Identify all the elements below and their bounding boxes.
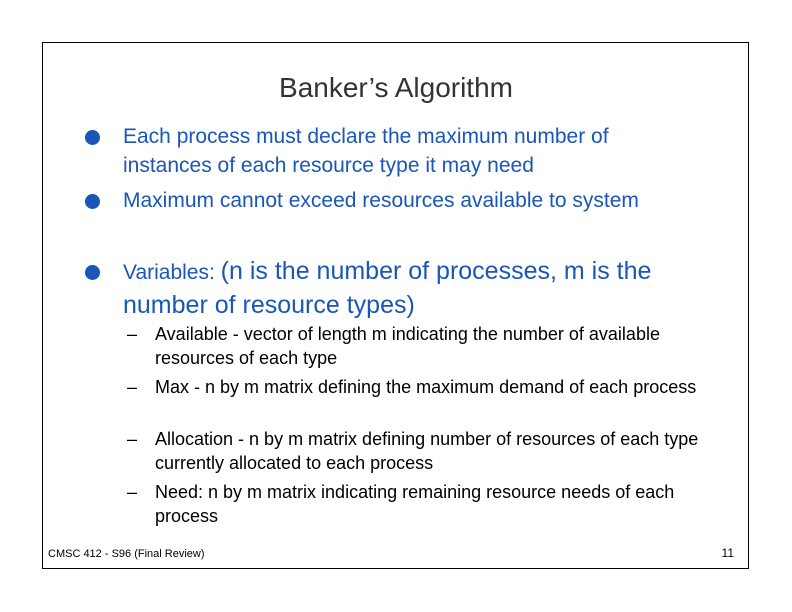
sub-item-text: Available - vector of length m indicatin… [155, 324, 660, 368]
bullet-item-1: Each process must declare the maximum nu… [85, 122, 703, 180]
bullet-dot-icon [85, 194, 100, 209]
page-number: 11 [721, 546, 734, 560]
sub-item-text: Need: n by m matrix indicating remaining… [155, 482, 675, 526]
slide-footer: CMSC 412 - S96 (Final Review) [48, 548, 205, 560]
sub-item-available: – Available - vector of length m indicat… [127, 322, 715, 370]
dash-icon: – [127, 482, 138, 502]
dash-icon: – [127, 377, 138, 397]
bullet-item-2: Maximum cannot exceed resources availabl… [85, 186, 703, 215]
bullet-prefix: Variables: [123, 261, 215, 284]
bullet-dot-icon [85, 130, 100, 145]
sub-item-max: – Max - n by m matrix defining the maxim… [127, 375, 715, 399]
slide-title: Banker’s Algorithm [279, 72, 513, 103]
sub-item-text: Allocation - n by m matrix defining numb… [155, 429, 699, 473]
sub-item-allocation: – Allocation - n by m matrix defining nu… [127, 427, 715, 475]
bullet-dot-icon [85, 265, 100, 280]
dash-icon: – [127, 429, 138, 449]
bullet-text: Maximum cannot exceed resources availabl… [123, 189, 639, 212]
bullet-item-3: Variables: (n is the number of processes… [85, 255, 703, 323]
dash-icon: – [127, 324, 138, 344]
sub-item-need: – Need: n by m matrix indicating remaini… [127, 480, 715, 528]
bullet-text: Each process must declare the maximum nu… [123, 125, 609, 177]
sub-item-text: Max - n by m matrix defining the maximum… [155, 377, 697, 397]
